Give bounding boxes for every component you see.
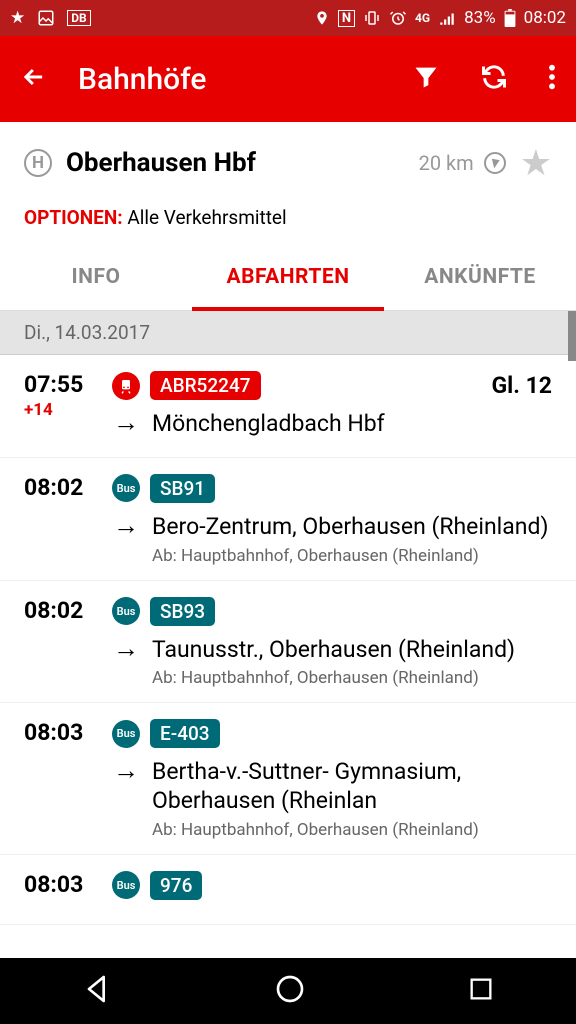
battery-percent: 83% xyxy=(464,8,496,28)
line-badge: SB91 xyxy=(150,474,215,503)
page-title: Bahnhöfe xyxy=(78,62,412,97)
departure-item[interactable]: 08:03 Bus E-403 → Bertha-v.-Suttner- Gymnasi… xyxy=(0,703,576,855)
tab-arrivals[interactable]: ANKÜNFTE xyxy=(384,247,576,310)
arrow-right-icon: → xyxy=(112,513,140,539)
menu-button[interactable] xyxy=(548,63,556,95)
station-name: Oberhausen Hbf xyxy=(66,148,405,178)
scroll-indicator[interactable] xyxy=(568,311,576,361)
favorite-button[interactable]: ★ xyxy=(520,142,552,184)
line-badge: 976 xyxy=(150,871,202,900)
departures-list: 07:55+14 ABR52247 Gl. 12 → Mönchengladbach H… xyxy=(0,355,576,925)
nav-home[interactable] xyxy=(274,973,306,1009)
departure-item[interactable]: 07:55+14 ABR52247 Gl. 12 → Mönchengladbach H… xyxy=(0,355,576,458)
options-value: Alle Verkehrsmittel xyxy=(127,206,286,229)
navigation-bar xyxy=(0,958,576,1024)
platform: Gl. 12 xyxy=(491,372,552,399)
station-icon: H xyxy=(24,149,52,177)
bus-icon: Bus xyxy=(112,597,140,625)
station-distance: 20 km xyxy=(419,151,474,175)
departure-time: 08:02 xyxy=(24,597,94,624)
bus-icon: Bus xyxy=(112,720,140,748)
compass-icon xyxy=(484,152,506,174)
departure-from: Ab: Hauptbahnhof, Oberhausen (Rheinland) xyxy=(152,668,552,688)
status-bar: ★ DB N 4G 83% 08:02 xyxy=(0,0,576,36)
departure-item[interactable]: 08:02 Bus SB91 → Bero-Zentrum, Oberhausen (R… xyxy=(0,458,576,581)
arrow-right-icon: → xyxy=(112,410,140,436)
departure-time: 07:55 xyxy=(24,371,94,398)
nav-back[interactable] xyxy=(81,973,113,1009)
destination: Taunusstr., Oberhausen (Rheinland) xyxy=(152,636,515,665)
nav-recent[interactable] xyxy=(467,975,495,1007)
location-icon xyxy=(314,10,330,26)
departure-item[interactable]: 08:03 Bus 976 xyxy=(0,855,576,925)
vibrate-icon xyxy=(363,9,381,27)
signal-icon xyxy=(438,9,456,27)
arrow-right-icon: → xyxy=(112,636,140,662)
image-icon xyxy=(37,9,55,27)
options-label: OPTIONEN: xyxy=(24,206,123,229)
alarm-icon xyxy=(389,9,407,27)
arrow-right-icon: → xyxy=(112,758,140,784)
destination: Mönchengladbach Hbf xyxy=(152,410,385,439)
tab-departures[interactable]: ABFAHRTEN xyxy=(192,247,384,311)
departure-from: Ab: Hauptbahnhof, Oberhausen (Rheinland) xyxy=(152,546,552,566)
filter-button[interactable] xyxy=(412,63,440,95)
back-button[interactable] xyxy=(20,63,48,95)
departure-delay: +14 xyxy=(24,400,94,420)
tab-info[interactable]: INFO xyxy=(0,247,192,310)
departure-time: 08:02 xyxy=(24,474,94,501)
nfc-icon: N xyxy=(338,10,355,27)
departure-time: 08:03 xyxy=(24,871,94,898)
departure-from: Ab: Hauptbahnhof, Oberhausen (Rheinland) xyxy=(152,820,552,840)
bus-icon: Bus xyxy=(112,871,140,899)
line-badge: ABR52247 xyxy=(150,371,261,400)
departure-time: 08:03 xyxy=(24,719,94,746)
train-icon xyxy=(112,372,140,400)
star-icon: ★ xyxy=(10,8,25,28)
battery-icon xyxy=(504,9,516,27)
departure-item[interactable]: 08:02 Bus SB93 → Taunusstr., Oberhausen (Rhe… xyxy=(0,581,576,704)
status-time: 08:02 xyxy=(524,8,566,28)
date-header: Di., 14.03.2017 xyxy=(0,311,576,355)
line-badge: SB93 xyxy=(150,597,215,626)
line-badge: E-403 xyxy=(150,719,220,748)
db-badge: DB xyxy=(67,10,90,26)
tabs: INFO ABFAHRTEN ANKÜNFTE xyxy=(0,247,576,311)
destination: Bertha-v.-Suttner- Gymnasium, Oberhausen… xyxy=(152,758,552,816)
app-bar: Bahnhöfe xyxy=(0,36,576,122)
network-icon: 4G xyxy=(415,11,430,25)
bus-icon: Bus xyxy=(112,474,140,502)
refresh-button[interactable] xyxy=(480,63,508,95)
station-header: H Oberhausen Hbf 20 km ★ xyxy=(0,122,576,196)
options-row[interactable]: OPTIONEN: Alle Verkehrsmittel xyxy=(0,196,576,247)
destination: Bero-Zentrum, Oberhausen (Rheinland) xyxy=(152,513,548,542)
